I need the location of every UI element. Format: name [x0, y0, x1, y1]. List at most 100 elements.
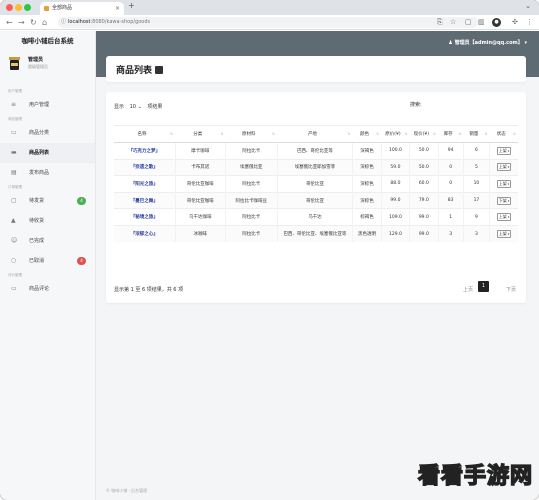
- header-user-label: 管理员【admin@qq.com】: [454, 40, 523, 46]
- status-select[interactable]: 上架▾: [496, 163, 512, 172]
- table-cell: 79.0: [409, 191, 439, 209]
- sidepanel-icon[interactable]: ▥: [478, 17, 485, 28]
- column-header-label: 产地: [307, 132, 317, 137]
- url-path: :8080/kawa-shop/goods: [90, 19, 151, 25]
- goods-table: 名称 ⇅ 分类 ⇅ 原材料 ⇅ 产地 ⇅ 颜色 ⇅ 原价(¥) ⇅ 现价(¥) ⇅ 库存 ⇅ 销…: [114, 125, 518, 243]
- sidebar-item-cancelled[interactable]: ○ 已取消 4: [0, 251, 95, 271]
- column-header-label: 颜色: [360, 132, 370, 137]
- reload-icon[interactable]: ↻: [30, 16, 37, 29]
- chevron-down-icon: ▾: [507, 198, 510, 203]
- browser-window: 全部商品 × + ⌄ ← → ↻ ⌂ ⓘ localhost:8080/kawa…: [0, 0, 539, 500]
- sliders-icon: ≡: [11, 101, 17, 108]
- forward-arrow-icon[interactable]: →: [18, 16, 25, 29]
- address-bar-row: ← → ↻ ⌂ ⓘ localhost:8080/kawa-shop/goods…: [0, 15, 539, 30]
- page-size-select[interactable]: 10 ⌄: [130, 104, 142, 110]
- site-watermark-logo: 看看手游网: [417, 463, 534, 489]
- goods-name-link[interactable]: 『秘境之旅』: [114, 208, 176, 226]
- goods-name-link[interactable]: 『奈遗之歌』: [114, 158, 176, 176]
- column-header[interactable]: 产地 ⇅: [277, 125, 353, 143]
- status-select[interactable]: 上架▾: [496, 213, 512, 222]
- table-cell: 50.0: [409, 158, 439, 176]
- browser-tab[interactable]: 全部商品 ×: [40, 2, 124, 15]
- status-select[interactable]: 上架▾: [496, 230, 512, 239]
- home-icon[interactable]: ⌂: [42, 16, 47, 29]
- table-cell: 哥伦比亚咖啡: [174, 191, 226, 209]
- column-header-label: 库存: [443, 132, 453, 137]
- close-window-button[interactable]: [6, 4, 13, 11]
- status-value: 上架: [498, 147, 507, 153]
- sidebar-item-completed[interactable]: ☺ 已完成: [0, 231, 95, 251]
- table-cell: 6: [462, 142, 490, 160]
- sidebar-item-to-receive[interactable]: ▲ 待收货: [0, 211, 95, 231]
- column-header[interactable]: 颜色 ⇅: [352, 125, 382, 143]
- column-header[interactable]: 原价(¥) ⇅: [381, 125, 410, 143]
- profile-avatar-icon[interactable]: ●: [492, 18, 501, 27]
- table-cell: 深棕色: [352, 191, 382, 209]
- sidebar-item-goods-list[interactable]: ▬ 商品列表: [0, 143, 95, 163]
- table-cell: 59.0: [380, 158, 410, 176]
- table-cell: 阿拉比卡: [225, 224, 278, 243]
- table-row: 『浓郁之心』 冰咖啡 阿拉比卡 巴西、哥伦比亚、埃塞俄比亚等 黑色透明 129.…: [114, 224, 518, 243]
- goods-name-link[interactable]: 『浓郁之心』: [114, 224, 176, 243]
- status-cell: 上架▾: [489, 158, 518, 176]
- chevron-down-icon: ▾: [507, 165, 510, 170]
- goods-name-link[interactable]: 『巧克力之梦』: [114, 142, 176, 160]
- menu-dots-icon[interactable]: ⋮: [526, 17, 533, 28]
- sidebar-item-to-ship[interactable]: ▢ 待发货 4: [0, 191, 95, 211]
- table-cell: 深棕色: [352, 175, 382, 193]
- table-cell: 99.0: [409, 208, 439, 226]
- header-user-menu[interactable]: ♟ 管理员【admin@qq.com】 ▾: [448, 39, 527, 46]
- column-header[interactable]: 状态 ⇅: [489, 125, 518, 143]
- sidebar-item-users[interactable]: ≡ 用户管理: [0, 95, 95, 115]
- status-select[interactable]: 下架▾: [496, 196, 512, 205]
- column-header[interactable]: 销量 ⇅: [463, 125, 490, 143]
- column-header[interactable]: 现价(¥) ⇅: [409, 125, 439, 143]
- tab-close-icon[interactable]: ×: [115, 2, 120, 15]
- sidebar-item-categories[interactable]: ▭ 商品分类: [0, 123, 95, 143]
- sidebar-item-publish[interactable]: ▤ 发布商品: [0, 163, 95, 183]
- table-cell: 埃塞俄比亚耶加雪菲: [276, 158, 353, 176]
- nav-group-user: 用户管理: [8, 89, 22, 93]
- status-select[interactable]: 上架▾: [496, 146, 512, 155]
- column-header[interactable]: 名称 ⇅: [114, 125, 176, 143]
- maximize-window-button[interactable]: [24, 4, 31, 11]
- sort-icon: ⇅: [458, 132, 462, 136]
- count-badge: 4: [77, 257, 86, 265]
- user-card: 管理员 超级管理员: [0, 51, 95, 87]
- page-title: 商品列表: [116, 63, 164, 76]
- nav-group-reviews: 评价管理: [8, 273, 22, 277]
- sidebar-item-label: 用户管理: [29, 102, 50, 108]
- url-input[interactable]: ⓘ localhost:8080/kawa-shop/goods: [58, 17, 478, 28]
- table-cell: 深褐色: [352, 142, 382, 160]
- new-tab-icon[interactable]: +: [128, 1, 135, 10]
- puzzle-icon[interactable]: ✣: [512, 17, 518, 28]
- sidebar-item-label: 商品列表: [29, 150, 50, 156]
- back-arrow-icon[interactable]: ←: [6, 16, 13, 29]
- sidebar-item-label: 商品评论: [29, 286, 50, 292]
- cancel-icon: ○: [11, 257, 17, 264]
- table-cell: 99.0: [409, 224, 439, 243]
- tab-list-chevron-icon[interactable]: ⌄: [525, 2, 531, 10]
- table-cell: 3: [437, 224, 464, 243]
- column-header-label: 现价(¥): [413, 132, 430, 137]
- column-header[interactable]: 原材料 ⇅: [225, 125, 278, 143]
- column-header[interactable]: 分类 ⇅: [175, 125, 226, 143]
- current-page-button[interactable]: 1: [478, 281, 489, 292]
- sidebar-item-reviews[interactable]: ▭ 商品评论: [0, 279, 95, 299]
- goods-name-link[interactable]: 『曼巴之舞』: [114, 191, 176, 209]
- table-cell: 1: [437, 208, 464, 226]
- prev-page-button[interactable]: 上页: [463, 286, 473, 293]
- table-cell: 83: [437, 191, 464, 209]
- minimize-window-button[interactable]: [15, 4, 22, 11]
- extensions-icon[interactable]: ▢: [465, 17, 472, 28]
- status-cell: 上架▾: [489, 208, 518, 226]
- translate-icon[interactable]: ⎘: [437, 17, 443, 28]
- table-cell: 阿拉比卡咖啡豆: [225, 191, 278, 209]
- next-page-button[interactable]: 下页: [506, 286, 516, 293]
- goods-name-link[interactable]: 『阳光之旅』: [114, 175, 176, 193]
- table-row: 『奈遗之歌』 卡布其诺 埃塞俄比亚 埃塞俄比亚耶加雪菲 深棕色 59.0 50.…: [114, 158, 518, 176]
- search-input[interactable]: [428, 98, 516, 109]
- column-header[interactable]: 库存 ⇅: [438, 125, 464, 143]
- status-select[interactable]: 上架▾: [496, 179, 512, 188]
- bookmark-star-icon[interactable]: ☆: [450, 17, 456, 28]
